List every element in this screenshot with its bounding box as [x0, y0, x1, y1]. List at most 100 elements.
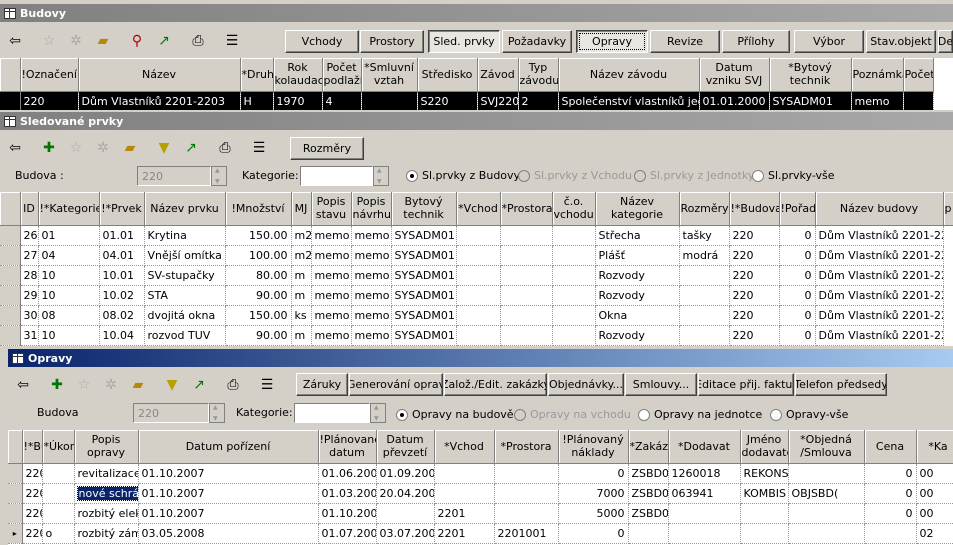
- table-cell[interactable]: 10.01: [99, 265, 145, 286]
- row-indicator[interactable]: [0, 225, 21, 246]
- table-cell[interactable]: [552, 305, 596, 326]
- table-cell[interactable]: 90.00: [225, 325, 292, 346]
- column-header[interactable]: *Vchod: [456, 192, 501, 226]
- table-cell[interactable]: 00: [916, 463, 953, 484]
- open-folder-icon[interactable]: ▰: [125, 373, 151, 397]
- delete-icon[interactable]: ✲: [98, 373, 124, 397]
- table-cell[interactable]: 220: [22, 523, 43, 544]
- budovy-titlebar[interactable]: Budovy: [0, 4, 953, 22]
- table-cell[interactable]: 01.03.2006: [318, 483, 377, 504]
- table-cell[interactable]: 10: [38, 265, 100, 286]
- column-header[interactable]: Popis opravy: [74, 430, 139, 464]
- table-cell[interactable]: [788, 463, 865, 484]
- list-icon[interactable]: ☰: [254, 373, 280, 397]
- delete-icon[interactable]: ✲: [63, 29, 89, 53]
- table-cell[interactable]: STA: [144, 285, 226, 306]
- print-icon[interactable]: ⎙: [220, 373, 246, 397]
- column-header[interactable]: Bytový technik: [391, 192, 457, 226]
- table-cell[interactable]: Dům Vlastníků 2201-2203: [815, 305, 944, 326]
- table-cell[interactable]: REKONSTAV: [740, 463, 789, 484]
- table-cell[interactable]: Rozvody: [595, 285, 680, 306]
- column-header[interactable]: *Druh: [240, 58, 274, 92]
- column-header[interactable]: Středisko: [417, 58, 478, 92]
- table-cell[interactable]: OBJSBD(: [788, 483, 865, 504]
- open-folder-icon[interactable]: ▰: [90, 29, 116, 53]
- open-folder-icon[interactable]: ▰: [117, 136, 143, 160]
- radio-opravy-budova[interactable]: Opravy na budově: [396, 408, 514, 421]
- table-cell[interactable]: 220: [729, 245, 780, 266]
- row-indicator[interactable]: ▸: [8, 523, 23, 544]
- opravy-budova-field[interactable]: 220: [133, 403, 209, 423]
- radio-opravy-vse[interactable]: Opravy-vše: [770, 408, 848, 421]
- table-cell[interactable]: m: [291, 265, 312, 286]
- table-cell[interactable]: memo: [351, 225, 392, 246]
- tab-p-lohy[interactable]: Přílohy: [722, 30, 790, 53]
- table-cell[interactable]: memo: [311, 285, 352, 306]
- row-indicator[interactable]: [8, 483, 23, 504]
- table-cell[interactable]: [361, 91, 418, 110]
- table-cell[interactable]: [494, 483, 559, 504]
- table-cell[interactable]: memo: [311, 225, 352, 246]
- table-cell[interactable]: rozvod TUV: [144, 325, 226, 346]
- table-row[interactable]: 220 revitalizace - plastová okna, zateple…: [8, 463, 953, 484]
- table-cell[interactable]: 26: [20, 225, 39, 246]
- table-cell[interactable]: [628, 523, 669, 544]
- column-header[interactable]: Jméno dodavatele: [740, 430, 789, 464]
- table-cell[interactable]: 2201: [434, 503, 495, 524]
- table-cell[interactable]: [456, 265, 501, 286]
- row-indicator[interactable]: [0, 91, 21, 110]
- table-cell[interactable]: 2201001: [494, 523, 559, 544]
- copy-icon[interactable]: ☆: [71, 373, 97, 397]
- opravy-kategorie-field[interactable]: [294, 403, 370, 423]
- column-header[interactable]: *Prostora: [494, 430, 559, 464]
- table-cell[interactable]: [456, 325, 501, 346]
- table-cell[interactable]: [552, 245, 596, 266]
- sled-titlebar[interactable]: Sledované prvky: [0, 112, 953, 130]
- column-header[interactable]: *Dodavat: [668, 430, 741, 464]
- column-header[interactable]: Cena: [864, 430, 917, 464]
- column-header[interactable]: *Prostora: [500, 192, 553, 226]
- table-cell[interactable]: [552, 225, 596, 246]
- column-header[interactable]: Popis návrhu: [351, 192, 392, 226]
- rozmery-button[interactable]: Rozměry: [290, 137, 364, 160]
- table-cell[interactable]: 03.05.2008: [138, 523, 319, 544]
- column-header[interactable]: !*Budova: [729, 192, 780, 226]
- table-cell[interactable]: 0: [779, 225, 816, 246]
- column-header[interactable]: *Vchod: [434, 430, 495, 464]
- table-cell[interactable]: 0: [779, 265, 816, 286]
- table-cell[interactable]: 063941: [668, 483, 741, 504]
- table-cell[interactable]: memo: [351, 245, 392, 266]
- radio-sl-vchodu[interactable]: Sl.prvky z Vchodu: [518, 169, 632, 182]
- tab-sled-prvky[interactable]: Sled. prvky: [428, 30, 500, 53]
- budovy-grid[interactable]: !OznačeníNázev*DruhRok kolaudacePočet po…: [0, 58, 953, 110]
- column-header[interactable]: Název budovy: [815, 192, 944, 226]
- table-cell[interactable]: 220: [22, 483, 43, 504]
- table-cell[interactable]: 0: [779, 285, 816, 306]
- table-cell[interactable]: Okna: [595, 305, 680, 326]
- table-cell[interactable]: memo: [851, 91, 904, 110]
- table-cell[interactable]: [456, 225, 501, 246]
- list-icon[interactable]: ☰: [219, 29, 245, 53]
- table-cell[interactable]: 01.10.2007: [318, 503, 377, 524]
- opravy-btn-4[interactable]: Smlouvy...: [625, 373, 697, 396]
- table-cell[interactable]: [434, 463, 495, 484]
- column-header[interactable]: p: [943, 192, 953, 226]
- table-cell[interactable]: [903, 91, 934, 110]
- table-cell[interactable]: 10: [38, 285, 100, 306]
- tab-prostory[interactable]: Prostory: [360, 30, 424, 53]
- table-cell[interactable]: 30: [20, 305, 39, 326]
- table-cell[interactable]: 04: [38, 245, 100, 266]
- table-cell[interactable]: [788, 523, 865, 544]
- column-header[interactable]: Popis stavu: [311, 192, 352, 226]
- table-cell[interactable]: memo: [351, 285, 392, 306]
- table-cell[interactable]: 27: [20, 245, 39, 266]
- table-cell[interactable]: 01.01: [99, 225, 145, 246]
- row-indicator[interactable]: [8, 503, 23, 524]
- table-cell[interactable]: 220: [729, 325, 780, 346]
- table-cell[interactable]: [434, 483, 495, 504]
- table-cell[interactable]: 01.10.2007: [138, 503, 319, 524]
- column-header[interactable]: ID: [20, 192, 39, 226]
- row-indicator[interactable]: [0, 265, 21, 286]
- opravy-btn-1[interactable]: Generování oprav: [349, 373, 443, 396]
- radio-sl-budovy[interactable]: Sl.prvky z Budovy: [406, 169, 520, 182]
